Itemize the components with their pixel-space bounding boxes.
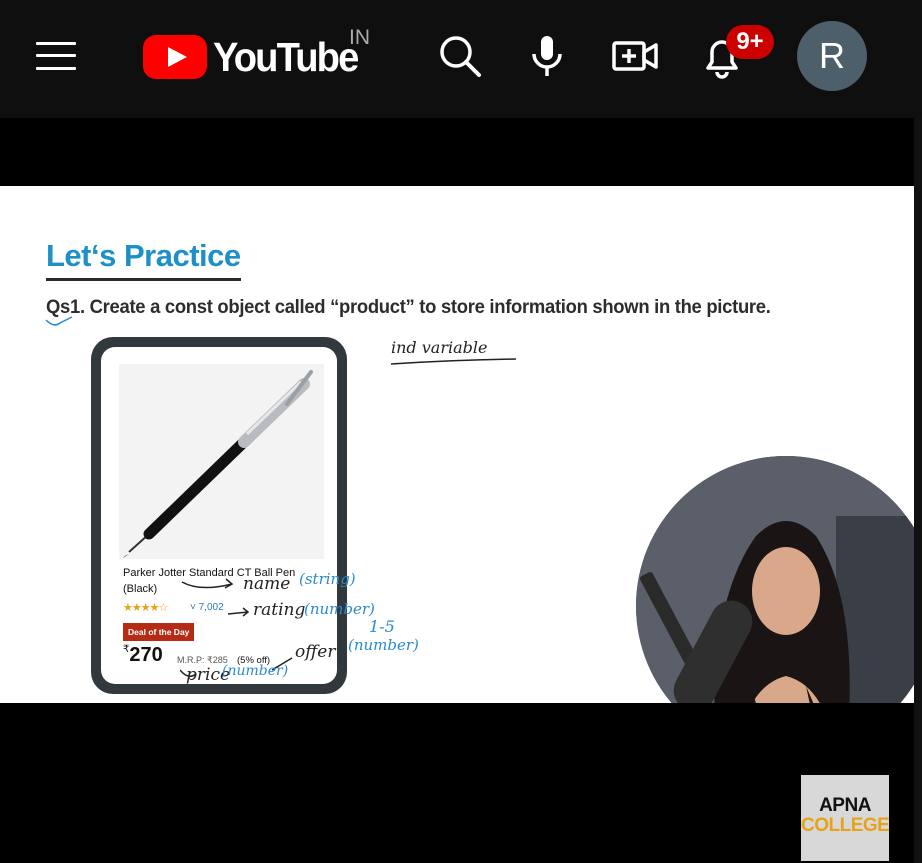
annotation-range-type: (number) (348, 636, 419, 654)
notification-count-badge: 9+ (726, 25, 774, 59)
price: ₹270 (123, 644, 163, 667)
slide-title: Let‘s Practice (46, 238, 241, 273)
note-variable: ind variable (391, 338, 488, 357)
annotation-rating-type: (number) (304, 600, 375, 618)
annotation-name-type: (string) (299, 570, 356, 588)
microphone-icon[interactable] (523, 32, 571, 80)
apna-college-watermark: APNA COLLEGE (801, 775, 890, 861)
question-text: Qs1. Create a const object called “produ… (46, 297, 771, 318)
title-underline (46, 278, 241, 281)
create-video-icon[interactable] (611, 32, 659, 80)
video-player[interactable]: Let‘s Practice Qs1. Create a const objec… (0, 118, 922, 863)
annotation-rating: rating (253, 600, 306, 620)
question-tick-mark (45, 316, 73, 326)
menu-icon[interactable] (36, 40, 78, 72)
annotation-range: 1-5 (369, 617, 395, 636)
annotation-price-type: (number) (222, 663, 289, 679)
youtube-play-icon (143, 35, 207, 79)
price-value: 270 (129, 644, 163, 666)
presenter-webcam (636, 456, 914, 703)
annotation-name: name (243, 574, 291, 594)
search-icon[interactable] (436, 32, 484, 80)
rating-count: ˅ 7,002 (190, 602, 224, 613)
pen-image (119, 364, 324, 559)
logo-text: YouTube (213, 34, 359, 80)
region-code: IN (349, 26, 370, 49)
masthead: YouTube IN 9+ R (0, 0, 922, 118)
product-tablet: Parker Jotter Standard CT Ball Pen (Blac… (91, 337, 347, 694)
product-card: Parker Jotter Standard CT Ball Pen (Blac… (101, 347, 337, 684)
rating-stars: ★★★★☆ (123, 602, 168, 614)
watermark-line-1: APNA (819, 795, 871, 816)
product-name: Parker Jotter Standard CT Ball Pen (Blac… (123, 567, 296, 595)
watermark-line-2: COLLEGE (801, 815, 890, 836)
account-avatar[interactable]: R (797, 21, 867, 91)
deal-badge: Deal of the Day (123, 623, 195, 641)
annotation-offer: offer (295, 642, 336, 662)
youtube-logo[interactable]: YouTube IN (143, 26, 383, 84)
note-underline (390, 358, 517, 365)
lecture-slide: Let‘s Practice Qs1. Create a const objec… (0, 186, 914, 703)
scrollbar-track[interactable] (914, 118, 922, 863)
